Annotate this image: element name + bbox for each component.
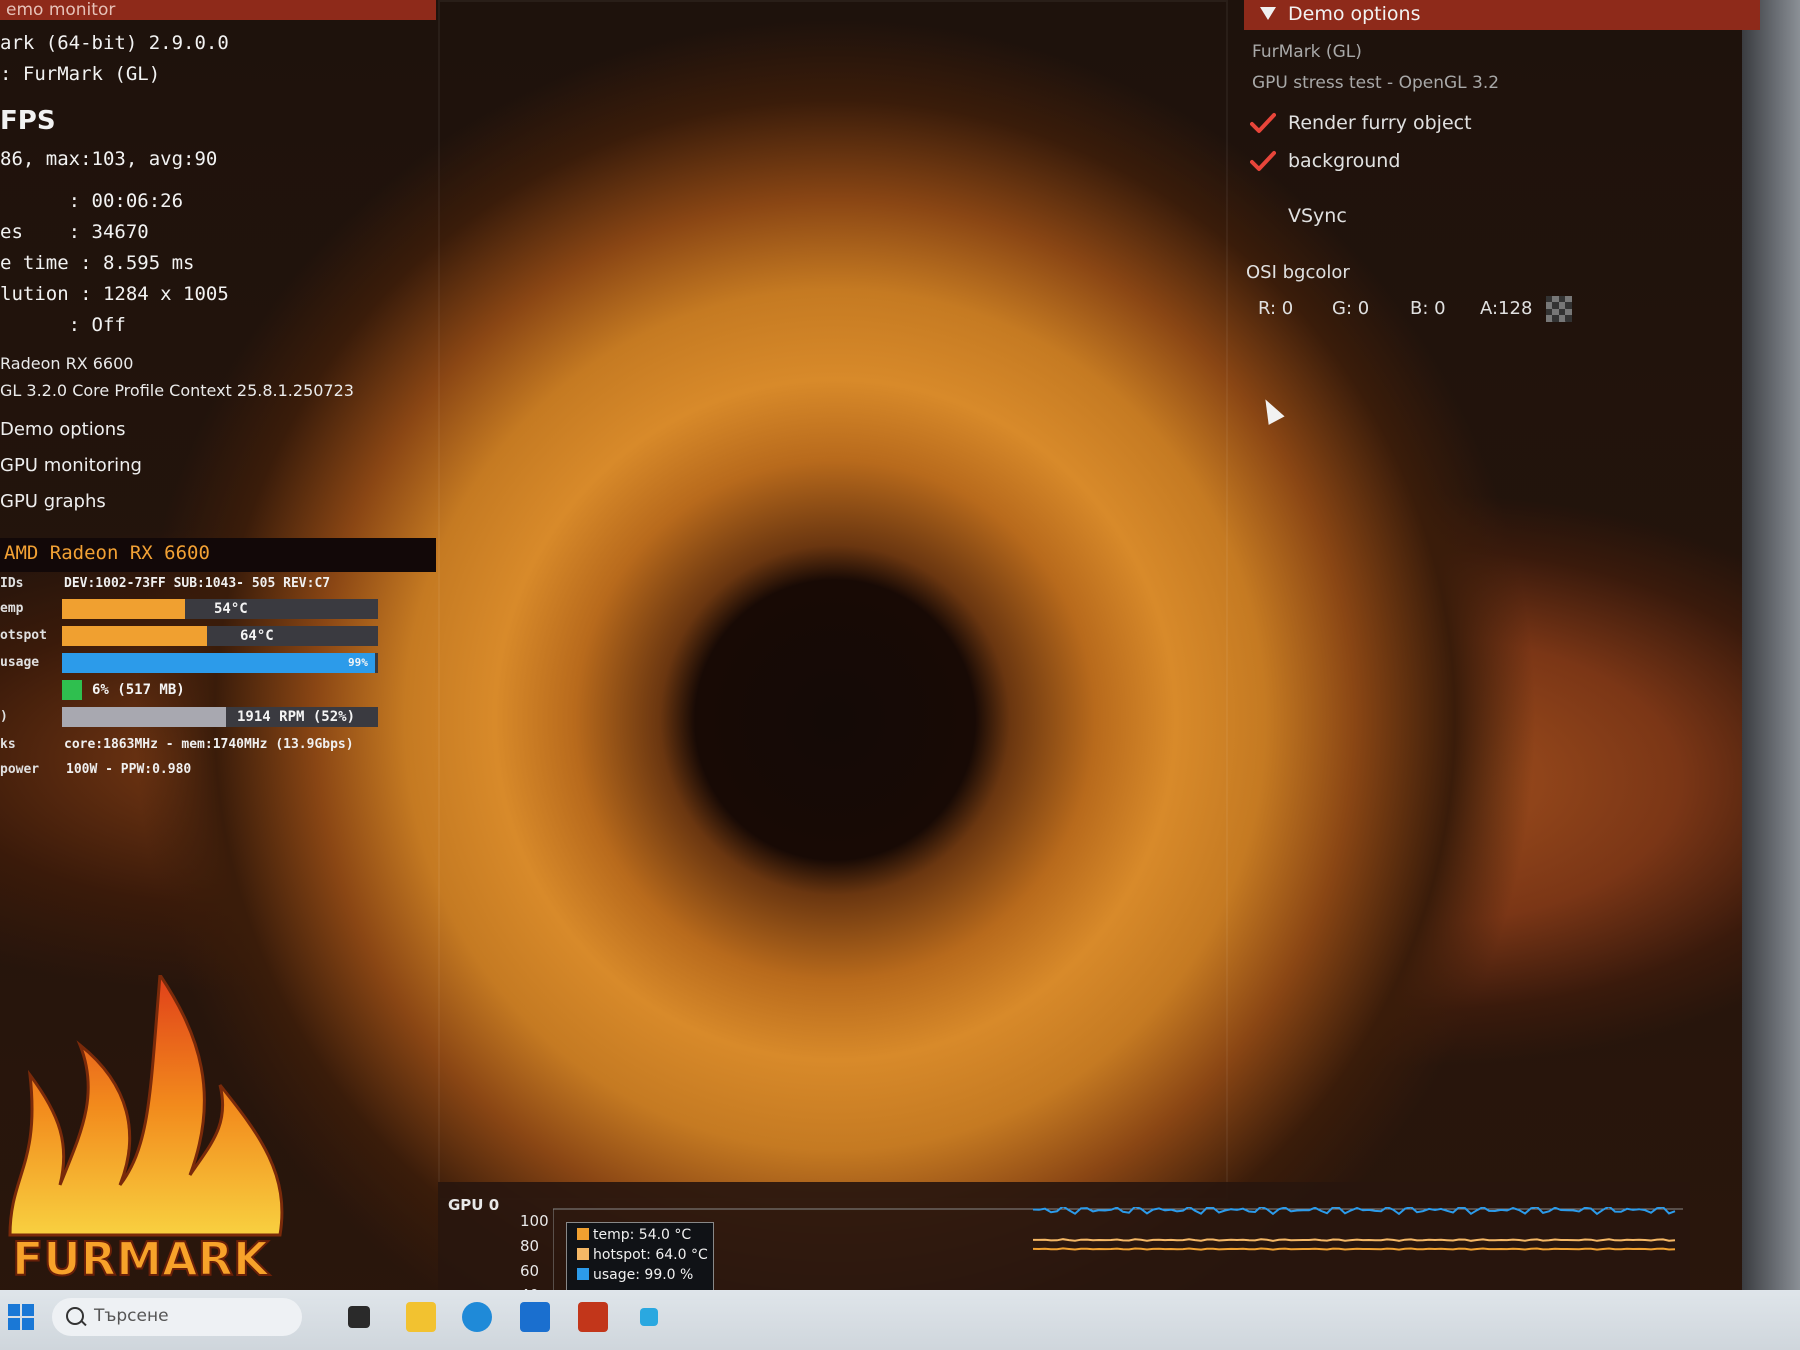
demo-options-header[interactable]: Demo options [1244,0,1760,30]
usage-bar: 99% [62,653,378,673]
clocks-label: ks [0,737,16,752]
usage-label: usage [0,655,40,670]
stat-row: e time : 8.595 ms [0,252,195,274]
memory-bar: 6% (517 MB) [62,680,378,700]
task-view-icon[interactable] [348,1306,370,1328]
memory-value: 6% (517 MB) [92,682,185,698]
legend-temp: temp: 54.0 °C [577,1227,691,1243]
search-placeholder: Търсене [94,1306,169,1326]
windows-start-icon[interactable] [8,1304,34,1330]
hotspot-label: otspot [0,628,47,643]
color-r-input[interactable]: R: 0 [1258,298,1293,319]
legend-usage: usage: 99.0 % [577,1267,693,1283]
fps-stats: 86, max:103, avg:90 [0,148,218,170]
temp-series-line [1032,1247,1676,1251]
stat-row: : 00:06:26 [0,190,184,212]
usage-value: 99% [348,656,368,669]
temp-value: 54°C [214,601,248,617]
hotspot-series-line [1033,1238,1676,1242]
y-tick: 80 [520,1237,540,1255]
hotspot-bar: 64°C [62,626,378,646]
color-b-input[interactable]: B: 0 [1410,298,1446,319]
background-label: background [1288,150,1401,172]
legend-usage-label: usage: 99.0 % [593,1267,694,1283]
store-icon[interactable] [520,1302,550,1332]
fan-bar: 1914 RPM (52%) [62,707,378,727]
taskbar-search-box[interactable]: Търсене [52,1298,302,1336]
y-tick: 100 [520,1212,549,1230]
file-explorer-icon[interactable] [406,1302,436,1332]
graph-plot [553,1207,1683,1300]
gpu-graph: GPU 0 100 80 60 40 temp: 54.0 °C hotspot… [438,1182,1690,1304]
fan-label: ) [0,709,8,724]
stat-row: : Off [0,314,126,336]
legend-hotspot-label: hotspot: 64.0 °C [593,1247,708,1263]
collapse-triangle-icon[interactable] [1260,7,1276,20]
ids-value: DEV:1002-73FF SUB:1043- 505 REV:C7 [64,576,331,591]
demo-app-name: FurMark (GL) [1252,42,1362,62]
osi-bgcolor-label: OSI bgcolor [1246,262,1350,283]
demo-options-title: Demo options [1288,3,1421,25]
stat-row: es : 34670 [0,221,149,243]
fan-value: 1914 RPM (52%) [237,709,356,725]
monitor-title: emo monitor [6,0,116,20]
furmark-taskbar-icon[interactable] [578,1302,608,1332]
fps-label: FPS [0,106,56,136]
graph-gpu-label: GPU 0 [448,1196,500,1214]
demo-name: : FurMark (GL) [0,63,161,85]
y-tick: 60 [520,1262,540,1280]
gpu-panel-header: AMD Radeon RX 6600 [0,538,436,572]
usage-series-line [1032,1207,1676,1216]
menu-demo-options[interactable]: Demo options [0,419,126,440]
stat-row: lution : 1284 x 1005 [0,283,229,305]
app-taskbar-icon[interactable] [640,1308,658,1326]
checkmark-icon [1250,151,1276,171]
ids-label: IDs [0,576,24,591]
app-version: ark (64-bit) 2.9.0.0 [0,32,229,54]
gpu-name: Radeon RX 6600 [0,354,134,373]
render-furry-object-label: Render furry object [1288,112,1472,134]
fan-bar-fill [62,707,226,727]
logo-text: FURMARK [12,1232,271,1286]
color-a-input[interactable]: A:128 [1480,298,1532,319]
checkmark-icon [1250,113,1276,133]
temp-bar-fill [62,599,185,619]
color-g-input[interactable]: G: 0 [1332,298,1369,319]
menu-gpu-monitoring[interactable]: GPU monitoring [0,455,142,476]
memory-bar-fill [62,680,82,700]
gpu-panel-title: AMD Radeon RX 6600 [4,542,210,564]
power-value: 100W - PPW:0.980 [66,762,192,777]
search-icon [66,1307,84,1325]
power-label: power [0,762,40,777]
vsync-label: VSync [1288,205,1347,227]
temp-bar: 54°C [62,599,378,619]
temp-label: emp [0,601,24,616]
color-swatch[interactable] [1546,296,1572,322]
render-viewport [438,0,1228,1200]
legend-temp-label: temp: 54.0 °C [593,1227,692,1243]
clocks-value: core:1863MHz - mem:1740MHz (13.9Gbps) [64,737,354,752]
demo-subtitle: GPU stress test - OpenGL 3.2 [1252,73,1500,93]
hotspot-value: 64°C [240,628,274,644]
gl-context: GL 3.2.0 Core Profile Context 25.8.1.250… [0,381,354,400]
edge-browser-icon[interactable] [462,1302,492,1332]
taskbar: Търсене [0,1290,1800,1350]
demo-options-panel: Demo options FurMark (GL) GPU stress tes… [1240,0,1762,340]
usage-bar-fill [62,653,375,673]
hotspot-bar-fill [62,626,207,646]
legend-hotspot: hotspot: 64.0 °C [577,1247,708,1263]
flame-icon: FURMARK [8,970,284,1287]
graph-legend: temp: 54.0 °C hotspot: 64.0 °C usage: 99… [566,1222,714,1294]
menu-gpu-graphs[interactable]: GPU graphs [0,491,106,512]
monitor-title-bar[interactable]: emo monitor [0,0,436,20]
furmark-logo: FURMARK [0,970,300,1295]
